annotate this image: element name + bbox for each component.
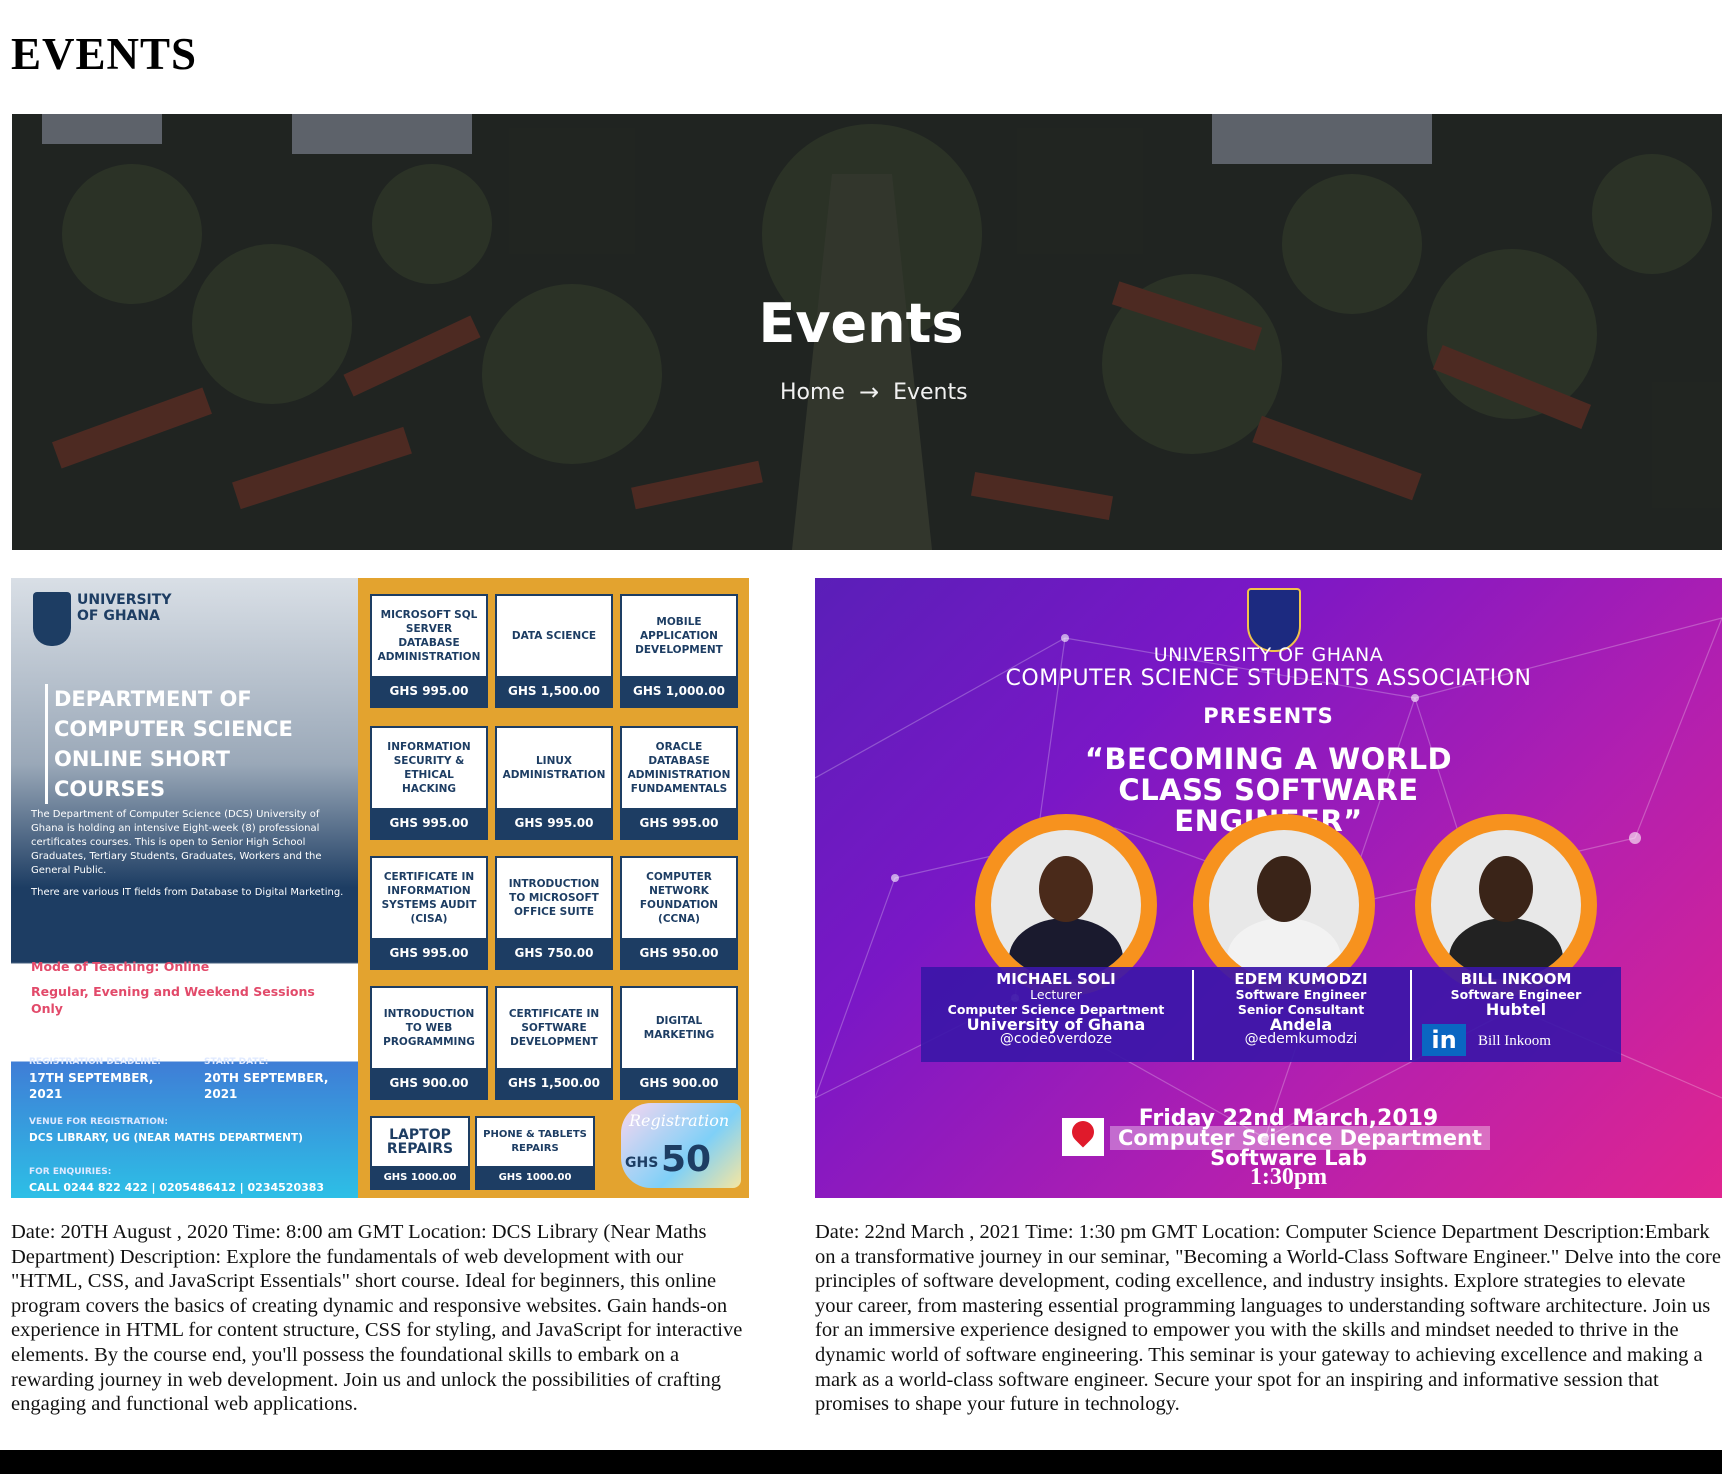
flyer-university-name: UNIVERSITY OF GHANA [77, 592, 172, 624]
linkedin-name: Bill Inkoom [1478, 1033, 1551, 1049]
university-crest-icon [33, 592, 71, 646]
course-card: DIGITAL MARKETING GHS 900.00 [620, 986, 738, 1100]
speaker-info: MICHAEL SOLI Lecturer Computer Science D… [947, 970, 1165, 1047]
flyer-association-line: COMPUTER SCIENCE STUDENTS ASSOCIATION [1005, 666, 1532, 691]
course-card: INFORMATION SECURITY & ETHICAL HACKING GH… [370, 726, 488, 840]
speaker-info: EDEM KUMODZI Software Engineer Senior Co… [1234, 970, 1368, 1047]
flyer-department-title: DEPARTMENT OF COMPUTER SCIENCE ONLINE SH… [45, 684, 345, 804]
breadcrumb-home-link[interactable]: Home [780, 380, 845, 405]
course-card: MICROSOFT SQL SERVER DATABASE ADMINISTRA… [370, 594, 488, 708]
hero-title: Events [758, 292, 964, 355]
course-card: INTRODUCTION TO WEB PROGRAMMING GHS 900.0… [370, 986, 488, 1100]
course-card: PHONE & TABLETS REPAIRS GHS 1000.00 [475, 1116, 595, 1190]
event-description: Date: 20TH August , 2020 Time: 8:00 am G… [11, 1221, 743, 1416]
page-title: EVENTS [11, 29, 198, 79]
event-flyer-short-courses[interactable]: UNIVERSITY OF GHANA DEPARTMENT OF COMPUT… [11, 578, 749, 1198]
event-flyer-seminar[interactable]: UNIVERSITY OF GHANA COMPUTER SCIENCE STU… [815, 578, 1722, 1198]
registration-fee-badge: Registration GHS 50 [621, 1103, 741, 1188]
arrow-right-icon: → [858, 378, 880, 406]
flyer-teaching-mode: Mode of Teaching: Online Regular, Evenin… [31, 959, 315, 1016]
course-card: CERTIFICATE IN SOFTWARE DEVELOPMENT GHS 1… [495, 986, 613, 1100]
course-card: ORACLE DATABASE ADMINISTRATION FUNDAMENT… [620, 726, 738, 840]
course-card: INTRODUCTION TO MICROSOFT OFFICE SUITE GH… [495, 856, 613, 970]
flyer-department-description: The Department of Computer Science (DCS)… [31, 809, 344, 898]
flyer-registration-info: REGISTRATION DEADLINE: 17TH SEPTEMBER, 20… [29, 1057, 329, 1194]
flyer-presents: PRESENTS [1203, 704, 1334, 728]
linkedin-icon: in [1422, 1024, 1466, 1056]
course-card: LAPTOP REPAIRS GHS 1000.00 [370, 1116, 470, 1190]
course-card: MOBILE APPLICATION DEVELOPMENT GHS 1,000.… [620, 594, 738, 708]
footer-bar [0, 1450, 1722, 1474]
breadcrumb: Home → Events [780, 378, 968, 406]
course-card: DATA SCIENCE GHS 1,500.00 [495, 594, 613, 708]
event-description: Date: 22nd March , 2021 Time: 1:30 pm GM… [815, 1221, 1721, 1416]
breadcrumb-current: Events [893, 379, 968, 405]
speaker-info: BILL INKOOM Software Engineer Hubtel [1450, 970, 1582, 1019]
university-crest-icon [1247, 588, 1301, 652]
course-card: COMPUTER NETWORK FOUNDATION (CCNA) GHS 95… [620, 856, 738, 970]
course-card: CERTIFICATE IN INFORMATION SYSTEMS AUDIT… [370, 856, 488, 970]
flyer-university-line: UNIVERSITY OF GHANA [1153, 644, 1384, 666]
course-card: LINUX ADMINISTRATION GHS 995.00 [495, 726, 613, 840]
flyer-time: 1:30pm [1249, 1164, 1328, 1190]
